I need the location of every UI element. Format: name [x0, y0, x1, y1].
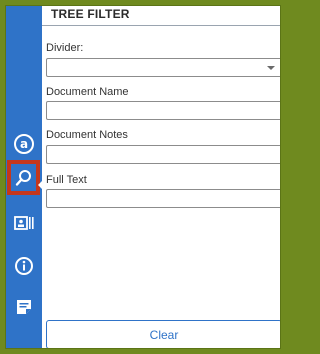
app-frame: a TREE FILTER Divider: Document Name Doc…: [5, 5, 281, 349]
document-notes-label: Document Notes: [46, 129, 128, 141]
full-text-input[interactable]: [46, 189, 280, 208]
clear-button[interactable]: Clear: [46, 320, 280, 348]
rail-button-at[interactable]: a: [10, 130, 38, 158]
svg-text:a: a: [20, 137, 28, 151]
at-sign-icon: a: [14, 134, 34, 154]
notes-icon: [17, 300, 31, 314]
rail-button-filter[interactable]: [7, 160, 40, 195]
document-name-input[interactable]: [46, 101, 280, 120]
divider-label: Divider:: [46, 42, 84, 54]
info-icon: [15, 257, 33, 275]
document-name-label: Document Name: [46, 86, 129, 98]
document-notes-input[interactable]: [46, 145, 280, 164]
rail-button-card[interactable]: [10, 209, 38, 237]
chevron-down-icon: [267, 66, 275, 70]
side-rail: a: [6, 6, 42, 348]
search-filter-icon: [15, 169, 31, 186]
rail-button-notes[interactable]: [10, 293, 38, 321]
id-card-icon: [14, 216, 34, 230]
panel-title: TREE FILTER: [51, 7, 130, 21]
rail-button-info[interactable]: [10, 252, 38, 280]
divider-select[interactable]: [46, 58, 280, 77]
full-text-label: Full Text: [46, 174, 87, 186]
tree-filter-panel: TREE FILTER Divider: Document Name Docum…: [42, 6, 280, 348]
title-divider: [42, 25, 280, 26]
